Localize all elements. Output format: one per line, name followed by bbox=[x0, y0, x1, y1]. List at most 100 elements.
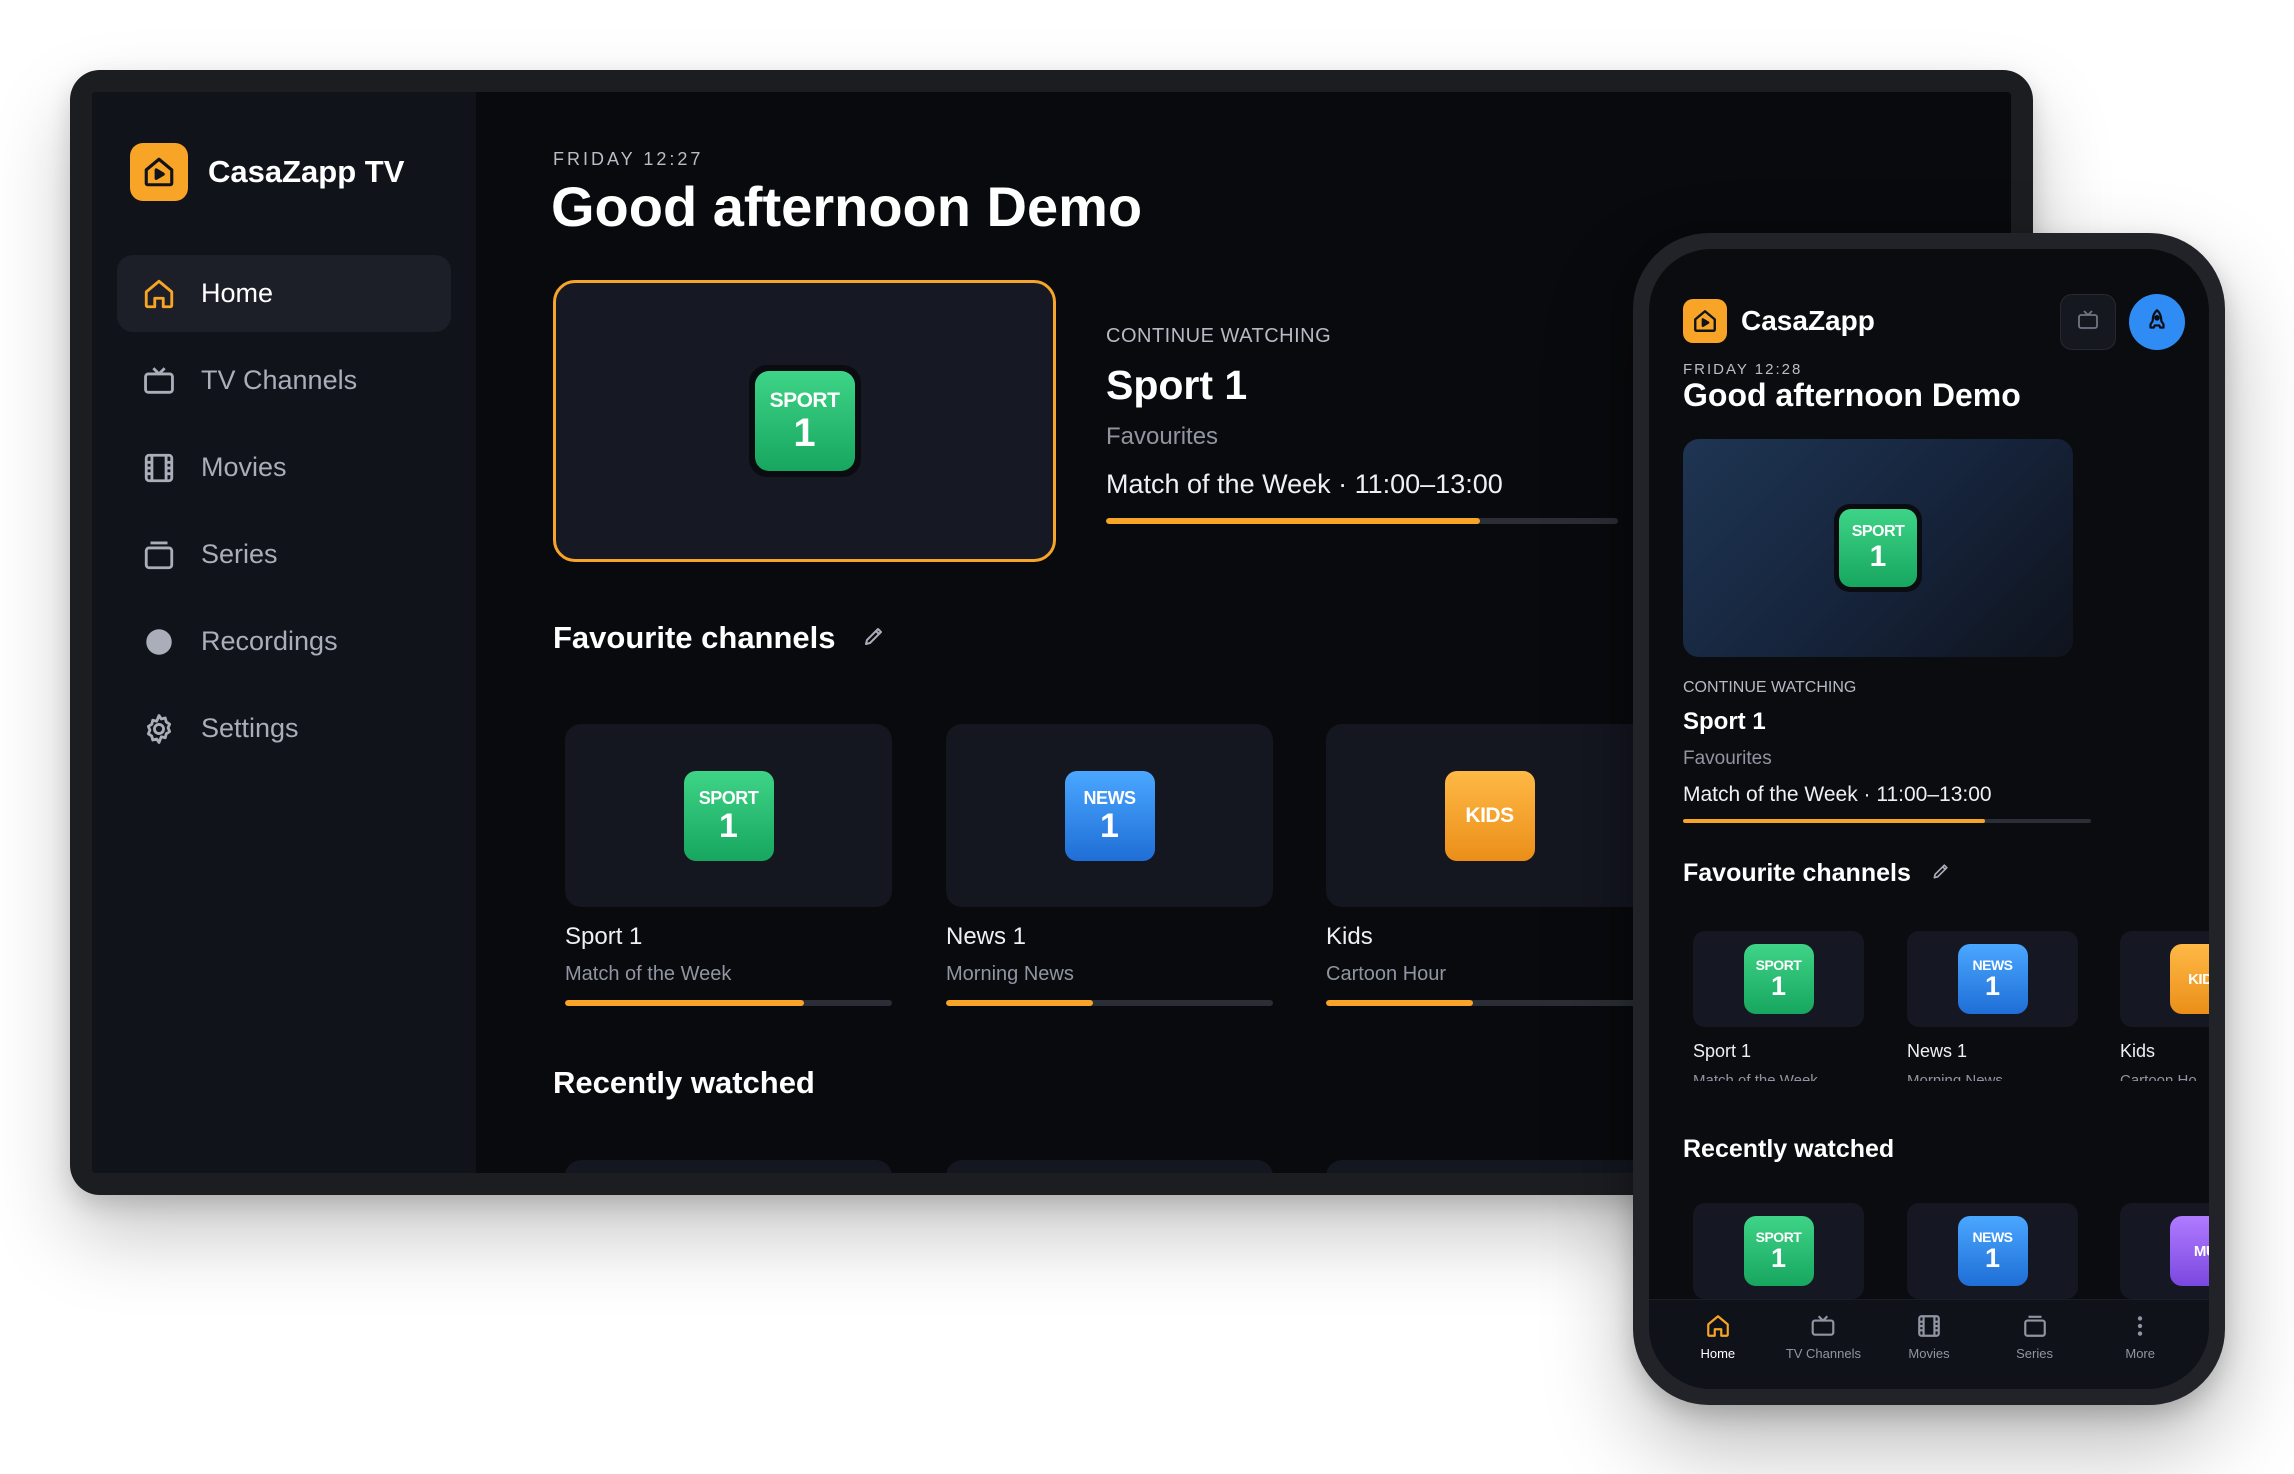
home-play-icon bbox=[1683, 299, 1727, 343]
pencil-icon[interactable] bbox=[862, 624, 886, 653]
tv-sidebar: CasaZapp TV Home TV Channels Movies Seri… bbox=[92, 92, 476, 1173]
sidebar-item-tv-channels[interactable]: TV Channels bbox=[117, 342, 451, 419]
channel-thumb: SPORT 1 bbox=[1693, 931, 1864, 1027]
tv-cast-icon bbox=[2076, 308, 2100, 337]
logo-text: SPORT bbox=[1851, 523, 1905, 540]
tab-tv-channels[interactable]: TV Channels bbox=[1773, 1312, 1873, 1361]
news-channel-logo: NEWS 1 bbox=[1957, 944, 2028, 1014]
channel-name: Kids bbox=[2120, 1041, 2156, 1061]
channel-card-sport-1[interactable]: SPORT 1 Sport 1 Match of the Week bbox=[565, 724, 892, 1006]
progress-fill bbox=[1106, 518, 1480, 524]
channel-card-kids[interactable]: KIDS Kids Cartoon Ho bbox=[2120, 931, 2209, 1081]
channel-logo-frame: SPORT 1 bbox=[1834, 504, 1922, 592]
logo-text: NEWS bbox=[1972, 957, 2014, 973]
favourites-header: Favourite channels bbox=[553, 620, 886, 656]
progress-fill bbox=[946, 1000, 1094, 1006]
logo-text: SPORT bbox=[698, 787, 759, 808]
channel-thumb: MU bbox=[2120, 1203, 2209, 1299]
favourites-header: Favourite channels bbox=[1683, 859, 1951, 888]
channel-thumb: NEWS 1 bbox=[1907, 1203, 2078, 1299]
channel-card-sport-1[interactable]: SPORT 1 Sport 1 Match of the Week bbox=[1693, 931, 1864, 1081]
brand-name: CasaZapp TV bbox=[208, 154, 405, 189]
logo-text: MU bbox=[2193, 1242, 2209, 1260]
recent-card[interactable] bbox=[565, 1160, 892, 1173]
tab-more[interactable]: More bbox=[2090, 1312, 2190, 1361]
channel-card-news-1[interactable]: NEWS 1 News 1 Morning News bbox=[946, 724, 1273, 1006]
section-title: Favourite channels bbox=[1683, 859, 1911, 887]
logo-number: 1 bbox=[1984, 971, 2001, 1001]
continue-watching-title: Sport 1 bbox=[1683, 708, 1766, 735]
sidebar-item-label: Movies bbox=[201, 452, 287, 482]
tv-icon bbox=[1810, 1312, 1836, 1340]
tv-brand[interactable]: CasaZapp TV bbox=[130, 143, 404, 201]
sidebar-item-settings[interactable]: Settings bbox=[117, 690, 451, 767]
continue-watching-info: CONTINUE WATCHING Sport 1 Favourites Mat… bbox=[1106, 325, 1618, 524]
continue-watching-label: CONTINUE WATCHING bbox=[1106, 325, 1332, 347]
logo-text: NEWS bbox=[1972, 1229, 2014, 1245]
tab-series[interactable]: Series bbox=[1985, 1312, 2085, 1361]
progress-bar bbox=[1683, 819, 2091, 823]
recent-card-music[interactable]: MU bbox=[2120, 1203, 2209, 1299]
logo-text: NEWS bbox=[1083, 787, 1137, 808]
channel-name: Kids bbox=[1326, 923, 1373, 950]
logo-text: KIDS bbox=[1465, 804, 1514, 827]
recent-card[interactable] bbox=[1326, 1160, 1653, 1173]
continue-watching-preview[interactable]: SPORT 1 bbox=[1683, 439, 2073, 657]
logo-number: 1 bbox=[719, 806, 738, 845]
sport-channel-logo: SPORT 1 bbox=[1743, 944, 1814, 1014]
sidebar-item-label: Recordings bbox=[201, 626, 338, 656]
logo-number: 1 bbox=[793, 410, 816, 455]
home-icon bbox=[141, 276, 177, 312]
date-time: FRIDAY 12:28 bbox=[1683, 361, 1803, 378]
tab-label: TV Channels bbox=[1785, 1346, 1861, 1361]
sidebar-item-label: Settings bbox=[201, 713, 299, 743]
sport-channel-logo: SPORT 1 bbox=[683, 770, 774, 861]
recent-card-sport-1[interactable]: SPORT 1 bbox=[1693, 1203, 1864, 1299]
sidebar-item-home[interactable]: Home bbox=[117, 255, 451, 332]
series-stack-icon bbox=[2022, 1312, 2048, 1340]
sidebar-item-label: TV Channels bbox=[201, 365, 358, 395]
recent-card-news-1[interactable]: NEWS 1 bbox=[1907, 1203, 2078, 1299]
logo-number: 1 bbox=[1869, 540, 1887, 573]
pencil-icon[interactable] bbox=[1931, 861, 1951, 886]
phone-brand[interactable]: CasaZapp bbox=[1683, 299, 1875, 343]
progress-fill bbox=[565, 1000, 804, 1006]
channel-card-kids[interactable]: KIDS Kids Cartoon Hour bbox=[1326, 724, 1653, 1006]
sidebar-item-label: Series bbox=[201, 539, 278, 569]
channel-card-news-1[interactable]: NEWS 1 News 1 Morning News bbox=[1907, 931, 2078, 1081]
recent-card[interactable] bbox=[946, 1160, 1273, 1173]
continue-watching-group: Favourites bbox=[1106, 423, 1219, 450]
section-title: Favourite channels bbox=[553, 620, 836, 655]
brand-name: CasaZapp bbox=[1741, 305, 1875, 336]
recently-watched-row: SPORT 1 NEWS 1 MU bbox=[1693, 1203, 2209, 1299]
channel-program: Morning News bbox=[946, 963, 1074, 985]
avatar[interactable] bbox=[2129, 294, 2185, 350]
cast-button[interactable] bbox=[2060, 294, 2116, 350]
progress-fill bbox=[1326, 1000, 1474, 1006]
logo-text: KIDS bbox=[2188, 970, 2209, 988]
home-icon bbox=[1705, 1312, 1731, 1340]
channel-thumb: NEWS 1 bbox=[1907, 931, 2078, 1027]
date-time: FRIDAY 12:27 bbox=[553, 149, 704, 169]
sidebar-item-series[interactable]: Series bbox=[117, 516, 451, 593]
bottom-tab-bar: Home TV Channels Movies Series More bbox=[1649, 1299, 2209, 1389]
tab-movies[interactable]: Movies bbox=[1879, 1312, 1979, 1361]
progress-bar bbox=[946, 1000, 1273, 1006]
continue-watching-program: Match of the Week · 11:00–13:00 bbox=[1683, 783, 1992, 806]
sidebar-item-movies[interactable]: Movies bbox=[117, 429, 451, 506]
sport-channel-logo: SPORT 1 bbox=[1839, 509, 1917, 587]
sidebar-item-recordings[interactable]: Recordings bbox=[117, 603, 451, 680]
continue-watching-label: CONTINUE WATCHING bbox=[1683, 679, 1857, 696]
continue-watching-preview[interactable]: SPORT 1 bbox=[553, 280, 1056, 562]
continue-watching-group: Favourites bbox=[1683, 748, 1772, 769]
series-stack-icon bbox=[141, 537, 177, 573]
tab-home[interactable]: Home bbox=[1668, 1312, 1768, 1361]
logo-text: SPORT bbox=[1755, 1229, 1802, 1245]
channel-thumb: KIDS bbox=[2120, 931, 2209, 1027]
channel-name: Sport 1 bbox=[1693, 1041, 1752, 1061]
channel-name: News 1 bbox=[946, 923, 1027, 950]
tab-label: More bbox=[2125, 1346, 2155, 1361]
news-channel-logo: NEWS 1 bbox=[1957, 1216, 2028, 1286]
logo-number: 1 bbox=[1984, 1243, 2001, 1273]
page-title: Good afternoon Demo bbox=[551, 175, 1143, 238]
